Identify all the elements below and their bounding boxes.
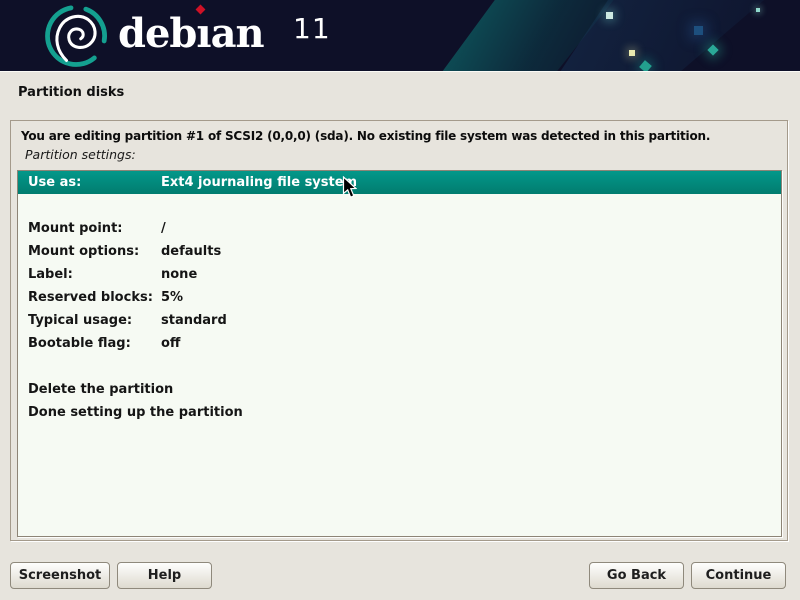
debian-wordmark: debıan	[118, 10, 264, 57]
installer-window: debıan 11 Partition disks You are editin…	[0, 0, 800, 600]
content-panel: You are editing partition #1 of SCSI2 (0…	[10, 120, 788, 541]
settings-row-label[interactable]: Label:none	[18, 263, 781, 286]
continue-button[interactable]: Continue	[691, 562, 786, 589]
debian-swirl-icon	[42, 2, 110, 70]
settings-row-mount-options[interactable]: Mount options:defaults	[18, 240, 781, 263]
settings-row-delete-partition[interactable]: Delete the partition	[18, 378, 781, 401]
settings-row-reserved-blocks[interactable]: Reserved blocks:5%	[18, 286, 781, 309]
settings-row-bootable-flag[interactable]: Bootable flag:off	[18, 332, 781, 355]
settings-row-done-partition[interactable]: Done setting up the partition	[18, 401, 781, 424]
banner-spark-square	[756, 8, 760, 12]
banner-spark-square	[629, 50, 635, 56]
settings-row-typical-usage[interactable]: Typical usage:standard	[18, 309, 781, 332]
partition-settings-label: Partition settings:	[25, 147, 136, 162]
settings-row-spacer	[18, 355, 781, 378]
screenshot-button[interactable]: Screenshot	[10, 562, 110, 589]
banner-spark-square	[606, 12, 613, 19]
banner-spark-square	[694, 26, 703, 35]
page-title: Partition disks	[18, 85, 124, 100]
debian-banner: debıan 11	[0, 0, 800, 72]
settings-row-mount-point[interactable]: Mount point:/	[18, 217, 781, 240]
settings-row-spacer	[18, 194, 781, 217]
settings-row-use-as[interactable]: Use as:Ext4 journaling file system	[18, 171, 781, 194]
debian-version: 11	[293, 12, 331, 45]
debian-red-diamond	[196, 5, 206, 15]
settings-list: Use as:Ext4 journaling file system Mount…	[17, 170, 782, 537]
go-back-button[interactable]: Go Back	[589, 562, 684, 589]
mouse-pointer-icon	[342, 176, 357, 199]
partition-edit-heading: You are editing partition #1 of SCSI2 (0…	[21, 129, 710, 143]
help-button[interactable]: Help	[117, 562, 212, 589]
